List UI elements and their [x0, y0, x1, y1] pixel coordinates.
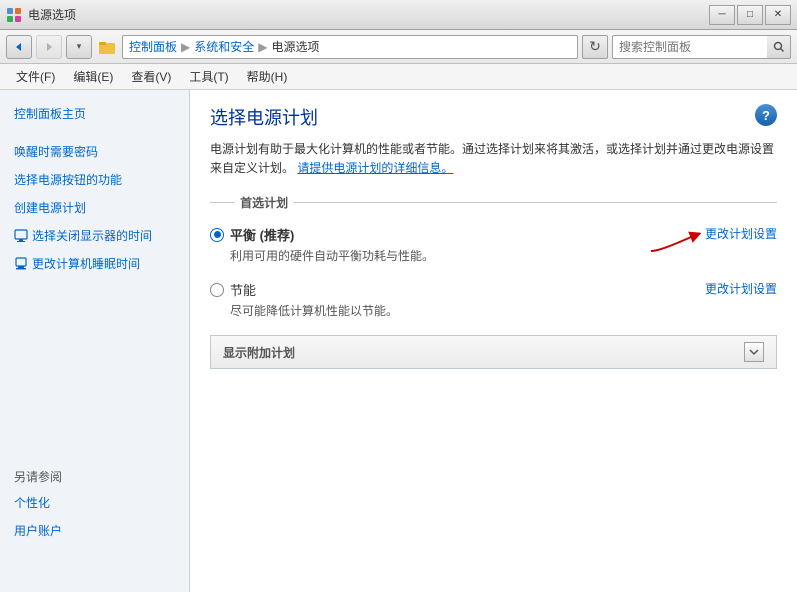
- sidebar: 控制面板主页 唤醒时需要密码 选择电源按钮的功能 创建电源计划 选择关闭显示器的…: [0, 90, 190, 592]
- plan-item-balanced: 平衡 (推荐) 利用可用的硬件自动平衡功耗与性能。 更改计划设置: [210, 225, 777, 264]
- menu-edit[interactable]: 编辑(E): [65, 66, 121, 87]
- sidebar-item-sleep-time[interactable]: 更改计算机睡眠时间: [0, 250, 189, 278]
- breadcrumb-security[interactable]: 系统和安全: [194, 38, 254, 55]
- help-button[interactable]: ?: [755, 104, 777, 126]
- sidebar-spacer: [0, 278, 189, 458]
- computer-icon: [14, 257, 28, 271]
- menu-file[interactable]: 文件(F): [8, 66, 63, 87]
- maximize-button[interactable]: □: [737, 5, 763, 25]
- description-link[interactable]: 请提供电源计划的详细信息。: [297, 161, 453, 175]
- folder-icon: [98, 38, 116, 56]
- title-bar-controls: ─ □ ✕: [709, 5, 791, 25]
- search-input[interactable]: [612, 35, 772, 59]
- sidebar-item-home[interactable]: 控制面板主页: [0, 100, 189, 128]
- sidebar-item-display-time[interactable]: 选择关闭显示器的时间: [0, 222, 189, 250]
- title-bar: 电源选项 ─ □ ✕: [0, 0, 797, 30]
- show-more-label: 显示附加计划: [223, 344, 295, 361]
- sidebar-item-create-plan[interactable]: 创建电源计划: [0, 194, 189, 222]
- title-bar-left: 电源选项: [6, 6, 76, 23]
- search-button[interactable]: [767, 35, 791, 59]
- sidebar-divider: [0, 128, 189, 138]
- description-text: 电源计划有助于最大化计算机的性能或者节能。通过选择计划来将其激活，或选择计划并通…: [210, 140, 777, 178]
- plan-name-balanced: 平衡 (推荐): [230, 225, 294, 244]
- radio-saver[interactable]: [210, 283, 224, 297]
- show-more-icon: [744, 342, 764, 362]
- sidebar-item-user-accounts[interactable]: 用户账户: [0, 517, 189, 545]
- plan-name-saver: 节能: [230, 280, 256, 299]
- radio-balanced[interactable]: [210, 228, 224, 242]
- window-title: 电源选项: [28, 6, 76, 23]
- content-area: 选择电源计划 ? 电源计划有助于最大化计算机的性能或者节能。通过选择计划来将其激…: [190, 90, 797, 592]
- monitor-icon: [14, 229, 28, 243]
- menu-tools[interactable]: 工具(T): [181, 66, 236, 87]
- plan-link-saver[interactable]: 更改计划设置: [685, 280, 777, 297]
- minimize-button[interactable]: ─: [709, 5, 735, 25]
- chevron-down-icon: [748, 346, 760, 358]
- dropdown-button[interactable]: ▾: [66, 35, 92, 59]
- main-layout: 控制面板主页 唤醒时需要密码 选择电源按钮的功能 创建电源计划 选择关闭显示器的…: [0, 90, 797, 592]
- menu-view[interactable]: 查看(V): [123, 66, 179, 87]
- back-icon: [13, 41, 25, 53]
- sidebar-item-wakeup[interactable]: 唤醒时需要密码: [0, 138, 189, 166]
- plan-desc-saver: 尽可能降低计算机性能以节能。: [230, 302, 685, 319]
- app-icon: [6, 7, 22, 23]
- radio-dot-balanced: [214, 231, 221, 238]
- refresh-button[interactable]: ↻: [582, 35, 608, 59]
- show-more-plans[interactable]: 显示附加计划: [210, 335, 777, 369]
- plan-radio-saver[interactable]: 节能: [210, 280, 685, 299]
- breadcrumb-current: 电源选项: [272, 38, 320, 55]
- breadcrumb-bar: 控制面板 ▶ 系统和安全 ▶ 电源选项: [122, 35, 578, 59]
- back-button[interactable]: [6, 35, 32, 59]
- breadcrumb-sep1: ▶: [181, 40, 190, 54]
- plan-radio-balanced[interactable]: 平衡 (推荐): [210, 225, 685, 244]
- arrow-annotation: [646, 229, 701, 257]
- sidebar-item-power-button[interactable]: 选择电源按钮的功能: [0, 166, 189, 194]
- menu-bar: 文件(F) 编辑(E) 查看(V) 工具(T) 帮助(H): [0, 64, 797, 90]
- sidebar-item-personalize[interactable]: 个性化: [0, 489, 189, 517]
- breadcrumb-sep2: ▶: [258, 40, 267, 54]
- close-button[interactable]: ✕: [765, 5, 791, 25]
- breadcrumb-controlpanel[interactable]: 控制面板: [129, 38, 177, 55]
- see-also-title: 另请参阅: [0, 458, 189, 489]
- address-bar: ▾ 控制面板 ▶ 系统和安全 ▶ 电源选项 ↻: [0, 30, 797, 64]
- plan-item-saver: 节能 尽可能降低计算机性能以节能。 更改计划设置: [210, 280, 777, 319]
- section-label: 首选计划: [210, 194, 777, 215]
- page-title: 选择电源计划: [210, 104, 318, 130]
- menu-help[interactable]: 帮助(H): [239, 66, 296, 87]
- plan-desc-balanced: 利用可用的硬件自动平衡功耗与性能。: [230, 247, 685, 264]
- forward-icon: [43, 41, 55, 53]
- search-icon: [773, 41, 785, 53]
- forward-button[interactable]: [36, 35, 62, 59]
